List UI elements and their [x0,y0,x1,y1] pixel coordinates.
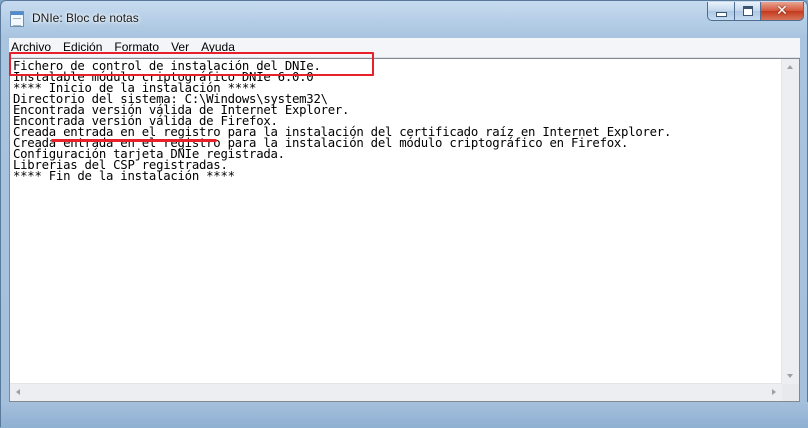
scroll-up-icon[interactable] [787,65,793,69]
horizontal-scrollbar[interactable] [10,383,782,401]
close-icon: ✕ [776,3,788,19]
scroll-left-icon[interactable] [16,389,20,395]
maximize-button[interactable] [734,2,761,21]
notepad-icon[interactable] [10,11,24,27]
text-editor[interactable]: Fichero de control de instalación del DN… [9,58,800,402]
minimize-button[interactable] [707,2,735,21]
minimize-icon [715,11,727,17]
title-bar[interactable]: DNIe: Bloc de notas ✕ [1,1,807,38]
document-line: **** Fin de la instalación **** [13,169,235,183]
document-text-area[interactable]: Fichero de control de instalación del DN… [11,60,783,385]
window-bottom-frame [1,402,808,428]
scrollbar-corner [782,384,799,401]
maximize-icon [742,6,753,16]
close-button[interactable]: ✕ [760,2,804,21]
window-title: DNIe: Bloc de notas [32,11,139,25]
scroll-right-icon[interactable] [772,389,776,395]
scroll-down-icon[interactable] [787,374,793,378]
annotation-red-box [9,52,374,76]
notepad-window: DNIe: Bloc de notas ✕ Archivo Edición Fo… [0,0,808,428]
annotation-red-underline [51,139,217,142]
vertical-scrollbar[interactable] [781,59,799,384]
